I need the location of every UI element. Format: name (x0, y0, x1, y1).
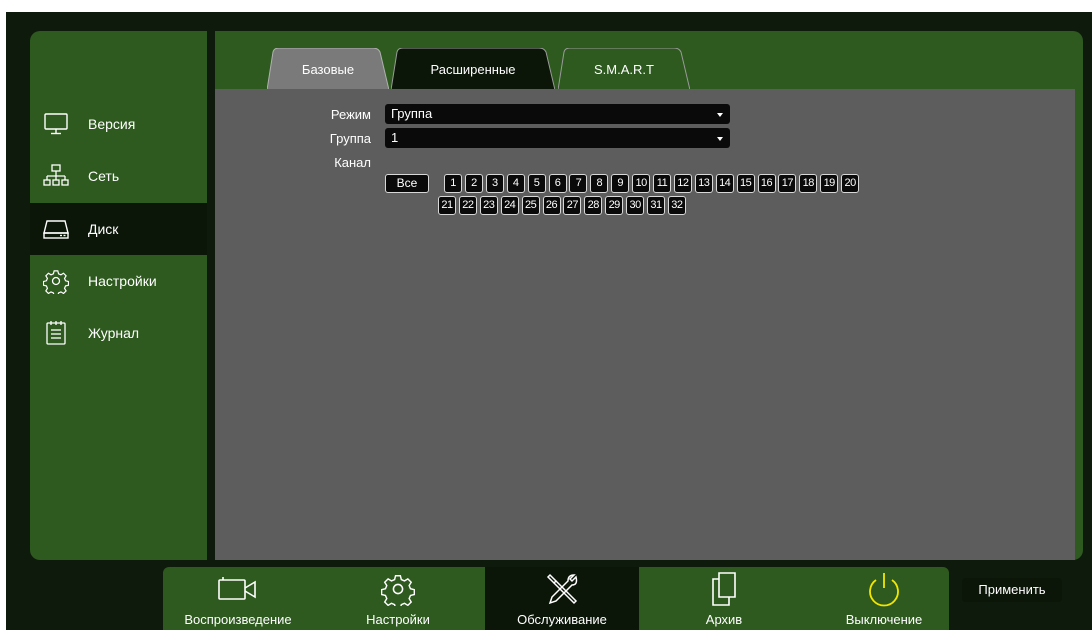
nav-settings[interactable]: Настройки (323, 567, 473, 630)
sidebar-item-label: Версия (88, 116, 136, 132)
sidebar-item-label: Сеть (88, 168, 120, 184)
nav-label: Настройки (366, 612, 430, 627)
apply-button[interactable]: Применить (962, 578, 1062, 602)
hdd-icon (42, 215, 70, 243)
channel-checkbox[interactable]: 32 (667, 196, 686, 215)
channel-checkbox[interactable]: 16 (757, 174, 776, 193)
channel-checkbox[interactable]: 7 (569, 174, 588, 193)
chevron-down-icon (717, 137, 723, 141)
tab-label: Расширенные (430, 61, 516, 77)
channel-checkbox[interactable]: 25 (521, 196, 540, 215)
mode-row: Режим Группа (315, 104, 730, 124)
channel-checkbox[interactable]: 8 (590, 174, 609, 193)
network-icon (42, 162, 70, 190)
main-panel: Базовые Расширенные S.M.A.R.T Режим Груп… (215, 31, 1083, 602)
channel-checkbox[interactable]: 4 (506, 174, 525, 193)
sidebar-item-label: Диск (88, 221, 119, 237)
log-icon (42, 319, 70, 347)
bottom-nav: Воспроизведение Настройки Обслуживание А… (163, 567, 949, 630)
channel-checkbox[interactable]: 26 (542, 196, 561, 215)
channel-checkbox[interactable]: 9 (611, 174, 630, 193)
nav-label: Архив (705, 612, 743, 627)
tab-advanced[interactable]: Расширенные (391, 48, 555, 90)
channel-checkbox[interactable]: 20 (841, 174, 860, 193)
channel-checkbox[interactable]: 10 (632, 174, 651, 193)
channel-checkbox[interactable]: 3 (485, 174, 504, 193)
tab-smart[interactable]: S.M.A.R.T (558, 48, 690, 90)
nav-shutdown[interactable]: Выключение (809, 567, 959, 630)
content-area: Режим Группа Группа 1 Канал Все 12345678… (215, 89, 1075, 602)
files-icon (709, 569, 739, 609)
nav-label: Воспроизведение (184, 612, 292, 627)
channel-checkbox[interactable]: 29 (605, 196, 624, 215)
channel-checkbox[interactable]: 5 (527, 174, 546, 193)
channel-checkbox[interactable]: 24 (500, 196, 519, 215)
gear-icon (42, 267, 70, 295)
dvr-screen: Версия Сеть Диск Настройки Журнал Базовы… (6, 12, 1092, 630)
channel-checkbox[interactable]: 22 (458, 196, 477, 215)
channel-label: Канал (334, 154, 371, 170)
mode-label: Режим (330, 106, 371, 122)
group-value: 1 (391, 130, 399, 145)
nav-label: Выключение (845, 612, 923, 627)
channel-checkbox[interactable]: 2 (464, 174, 483, 193)
channel-checkbox[interactable]: 23 (479, 196, 498, 215)
sidebar-item-label: Журнал (88, 325, 140, 341)
channel-checkbox[interactable]: 15 (736, 174, 755, 193)
tools-icon (544, 569, 580, 609)
nav-archive[interactable]: Архив (649, 567, 799, 630)
sidebar-item-disk[interactable]: Диск (30, 203, 207, 255)
channel-checkbox[interactable]: 21 (438, 196, 456, 215)
nav-playback[interactable]: Воспроизведение (163, 567, 313, 630)
tab-basic[interactable]: Базовые (267, 48, 389, 90)
group-select[interactable]: 1 (385, 128, 730, 148)
group-row: Группа 1 (315, 128, 730, 148)
channel-checkbox[interactable]: 30 (626, 196, 645, 215)
channel-all-checkbox[interactable]: Все (385, 174, 429, 193)
sidebar-item-log[interactable]: Журнал (30, 307, 207, 359)
channel-checkbox[interactable]: 28 (584, 196, 603, 215)
sidebar: Версия Сеть Диск Настройки Журнал (30, 31, 207, 560)
channel-checkbox[interactable]: 17 (778, 174, 797, 193)
sidebar-item-version[interactable]: Версия (30, 98, 207, 150)
camera-icon (217, 569, 259, 609)
tab-label: Базовые (301, 61, 355, 77)
channel-checkbox[interactable]: 31 (647, 196, 665, 215)
sidebar-item-label: Настройки (88, 273, 157, 289)
nav-maintenance[interactable]: Обслуживание (485, 567, 639, 630)
nav-label: Обслуживание (517, 612, 607, 627)
tab-label: S.M.A.R.T (594, 61, 654, 77)
channel-checkbox[interactable]: 1 (444, 174, 462, 193)
mode-value: Группа (391, 106, 433, 121)
channel-checkbox[interactable]: 12 (673, 174, 692, 193)
gear-icon (381, 569, 415, 609)
chevron-down-icon (717, 113, 723, 117)
channel-checkbox[interactable]: 14 (715, 174, 734, 193)
channel-checkbox[interactable]: 27 (563, 196, 582, 215)
channel-row: Канал (315, 152, 385, 172)
channel-checkbox[interactable]: 6 (548, 174, 567, 193)
group-label: Группа (329, 130, 371, 146)
channel-checkbox[interactable]: 11 (653, 174, 671, 193)
mode-select[interactable]: Группа (385, 104, 730, 124)
channel-checkbox[interactable]: 18 (799, 174, 818, 193)
sidebar-item-settings[interactable]: Настройки (30, 255, 207, 307)
power-icon (864, 569, 904, 609)
monitor-icon (42, 110, 70, 138)
channel-checkbox[interactable]: 19 (820, 174, 839, 193)
sidebar-item-network[interactable]: Сеть (30, 150, 207, 202)
channel-checkbox[interactable]: 13 (694, 174, 713, 193)
